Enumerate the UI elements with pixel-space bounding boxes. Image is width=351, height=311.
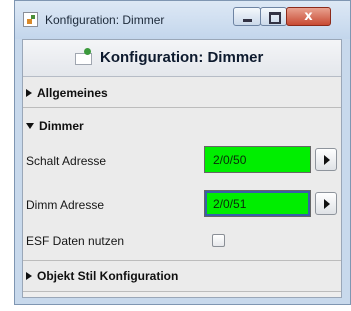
dialog-content: Konfiguration: Dimmer Allgemeines Dimmer… (22, 39, 342, 298)
expand-right-icon (26, 272, 32, 280)
collapse-down-icon (26, 123, 34, 129)
section-allgemeines-title[interactable]: Allgemeines (26, 86, 108, 100)
dimm-adresse-label: Dimm Adresse (26, 198, 105, 212)
dimm-adresse-field[interactable]: 2/0/51 (204, 190, 311, 217)
title-bar[interactable]: Konfiguration: Dimmer x (15, 1, 350, 39)
section-objekt-stil[interactable]: Objekt Stil Konfiguration (23, 261, 341, 292)
window-title: Konfiguration: Dimmer (45, 13, 165, 27)
close-button[interactable]: x (286, 7, 331, 26)
minimize-button[interactable] (233, 7, 261, 26)
close-icon: x (304, 9, 313, 24)
section-allgemeines[interactable]: Allgemeines (23, 77, 341, 108)
dialog-window: Konfiguration: Dimmer x Konfiguration: D… (14, 0, 351, 305)
schalt-adresse-button[interactable] (315, 148, 337, 171)
section-dimmer: Dimmer Schalt Adresse 2/0/50 Dimm Adress… (23, 108, 341, 261)
esf-daten-label: ESF Daten nutzen (26, 234, 125, 248)
section-dimmer-title[interactable]: Dimmer (26, 119, 84, 133)
schalt-adresse-field[interactable]: 2/0/50 (204, 146, 311, 173)
dialog-header: Konfiguration: Dimmer (23, 40, 341, 77)
dialog-header-title: Konfiguration: Dimmer (100, 49, 264, 66)
section-objekt-stil-title[interactable]: Objekt Stil Konfiguration (26, 269, 178, 283)
maximize-button[interactable] (260, 7, 287, 26)
dimm-adresse-button[interactable] (315, 192, 337, 215)
app-icon (23, 12, 38, 27)
edit-icon (75, 48, 92, 65)
esf-daten-checkbox[interactable] (212, 234, 225, 247)
expand-right-icon (26, 89, 32, 97)
schalt-adresse-label: Schalt Adresse (26, 154, 107, 168)
